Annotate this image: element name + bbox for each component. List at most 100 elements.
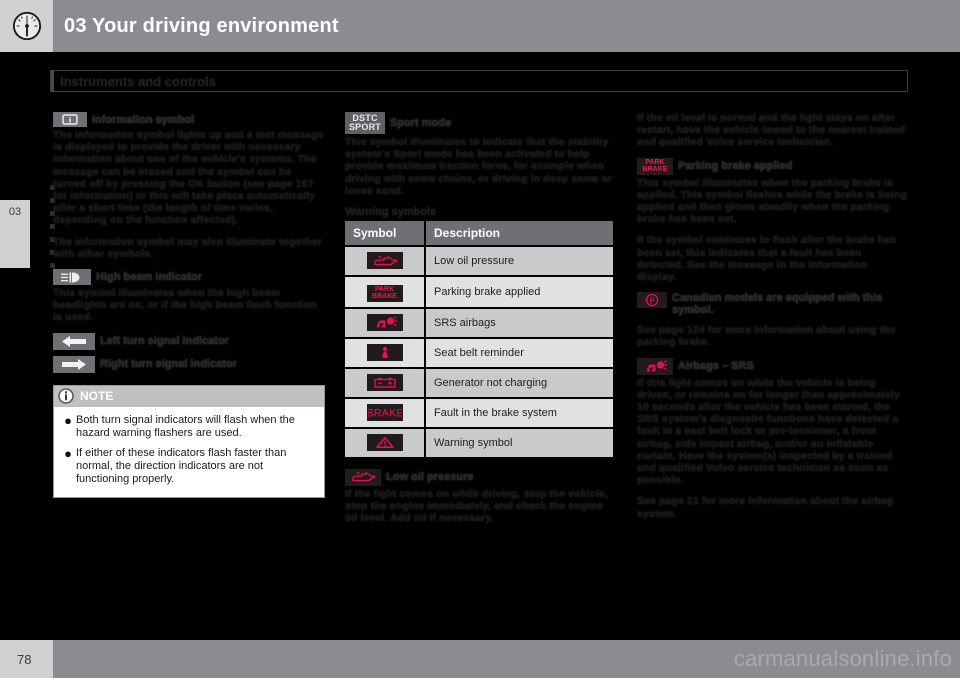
note-item-text: If either of these indicators flash fast…	[76, 447, 287, 486]
parking-brake-paragraph-1: This symbol illuminates when the parking…	[637, 176, 907, 226]
chapter-title-bar: 03 Your driving environment	[53, 0, 960, 52]
low-oil-pressure-paragraph: If the light comes on while driving, sto…	[345, 487, 608, 524]
right-turn-label: Right turn signal indicator	[100, 358, 237, 371]
page-header: 03 Your driving environment	[0, 0, 960, 52]
airbags-reference: See page 21 for more information about t…	[637, 495, 894, 520]
column-right: If the oil level is normal and the light…	[637, 112, 909, 529]
low-oil-pressure-label: Low oil pressure	[386, 471, 474, 484]
oil-can-icon	[366, 252, 403, 270]
table-cell-description: SRS airbags	[425, 307, 613, 339]
section-heading-text: Instruments and controls	[60, 73, 217, 89]
table-cell-description: Parking brake applied	[425, 275, 613, 309]
table-cell-description: Seat belt reminder	[425, 337, 613, 369]
table-header-description: Description	[425, 221, 613, 248]
seat-belt-icon	[366, 343, 403, 361]
note-bullet: ●	[64, 446, 72, 462]
note-header: NOTE	[54, 385, 324, 407]
canadian-note-text: Canadian models are equipped with this s…	[672, 292, 883, 317]
table-cell-symbol	[345, 427, 426, 459]
oil-can-icon	[345, 468, 381, 486]
table-cell-symbol	[345, 307, 426, 339]
park-brake-icon: PARK BRAKE	[366, 284, 403, 302]
park-brake-icon: PARK BRAKE	[637, 157, 673, 175]
high-beam-heading: High beam indicator	[53, 269, 325, 286]
warning-symbols-heading: Warning symbols	[345, 206, 437, 219]
note-title: NOTE	[80, 389, 114, 404]
left-arrow-icon	[53, 332, 95, 350]
parking-brake-label: Parking brake applied	[678, 160, 793, 173]
battery-icon	[366, 373, 403, 391]
information-symbol-icon	[53, 112, 87, 127]
note-list-item: ● Both turn signal indicators will flash…	[60, 414, 316, 440]
warning-triangle-icon	[366, 433, 403, 451]
note-list-item: ● If either of these indicators flash fa…	[60, 447, 316, 487]
brake-text-icon: BRAKE	[366, 403, 403, 421]
section-heading: Instruments and controls	[50, 70, 908, 92]
table-cell-description: Fault in the brake system	[425, 397, 613, 429]
warning-triangle-icon-svg	[375, 436, 394, 448]
column-middle: DSTC SPORT Sport mode This symbol illumi…	[345, 112, 617, 533]
table-header-row: Symbol Description	[345, 221, 613, 248]
right-arrow-icon	[53, 355, 95, 373]
left-turn-label: Left turn signal indicator	[100, 335, 229, 348]
seat-belt-icon-svg	[381, 346, 388, 358]
table-cell-symbol	[345, 367, 426, 399]
speedometer-icon	[0, 0, 53, 52]
information-symbol-paragraph-2: The information symbol may also illumina…	[53, 235, 322, 260]
dstc-sport-line-2: SPORT	[348, 122, 381, 132]
note-item-text: Both turn signal indicators will flash w…	[76, 413, 295, 439]
table-row: PARK BRAKE Parking brake applied	[345, 275, 613, 309]
canadian-parking-brake-note: P Canadian models are equipped with this…	[637, 292, 909, 316]
table-cell-description: Low oil pressure	[425, 246, 613, 277]
information-symbol-icon-svg	[62, 114, 78, 125]
left-arrow-icon-svg	[62, 335, 86, 347]
sport-mode-heading: DSTC SPORT Sport mode	[345, 112, 617, 134]
brake-text-icon-svg: BRAKE	[368, 407, 402, 419]
table-cell-description: Generator not charging	[425, 367, 613, 399]
information-symbol-paragraph-1: The information symbol lights up and a t…	[53, 129, 324, 227]
low-oil-pressure-heading: Low oil pressure	[345, 468, 617, 486]
chapter-tab-label: 03	[8, 206, 22, 218]
page-number: 78	[17, 651, 32, 667]
table-header-symbol: Symbol	[345, 221, 426, 248]
park-brake-line-2: BRAKE	[372, 293, 397, 301]
oil-can-icon-svg	[352, 471, 376, 482]
sport-mode-paragraph: This symbol illuminates to indicate that…	[345, 136, 613, 197]
svg-text:BRAKE: BRAKE	[368, 407, 402, 419]
oil-can-icon-svg	[373, 255, 397, 265]
table-cell-description: Warning symbol	[425, 427, 613, 459]
sport-mode-label: Sport mode	[390, 117, 452, 129]
warning-symbols-table: Symbol Description Low oil pressure PARK…	[345, 221, 613, 459]
right-arrow-icon-svg	[62, 358, 86, 370]
srs-airbag-icon	[366, 313, 403, 331]
note-body: ● Both turn signal indicators will flash…	[54, 407, 324, 497]
table-row: Low oil pressure	[345, 246, 613, 277]
table-cell-symbol	[345, 246, 426, 277]
table-row: SRS airbags	[345, 307, 613, 339]
high-beam-icon-svg	[61, 272, 80, 283]
table-row: Seat belt reminder	[345, 337, 613, 369]
table-row: Warning symbol	[345, 427, 613, 459]
srs-airbag-icon	[637, 357, 673, 375]
battery-icon-svg	[373, 377, 396, 388]
park-brake-line-1: PARK	[645, 158, 665, 166]
footer-bar: carmanualsonline.info	[53, 640, 960, 678]
svg-text:P: P	[649, 297, 654, 306]
park-brake-line-2: BRAKE	[642, 166, 668, 174]
p-circle-icon-svg: P	[645, 293, 659, 307]
parking-brake-reference: See page 124 for more information about …	[637, 324, 896, 349]
page-title: 03 Your driving environment	[64, 14, 339, 37]
chapter-tab: 03	[0, 200, 30, 268]
high-beam-indicator-icon	[53, 269, 91, 286]
p-circle-icon: P	[637, 292, 667, 309]
information-symbol-label: Information symbol	[92, 113, 195, 126]
info-circle-icon	[58, 388, 74, 404]
manual-page: 03 Your driving environment Instruments …	[0, 0, 960, 678]
dstc-sport-icon: DSTC SPORT	[345, 112, 385, 134]
table-cell-symbol: BRAKE	[345, 397, 426, 429]
column-left: Information symbol The information symbo…	[53, 112, 325, 498]
airbags-paragraph: If this light comes on while the vehicle…	[637, 376, 900, 487]
page-number-box: 78	[0, 640, 53, 678]
park-brake-line-1: PARK	[374, 285, 395, 293]
watermark-text: carmanualsonline.info	[733, 646, 952, 671]
